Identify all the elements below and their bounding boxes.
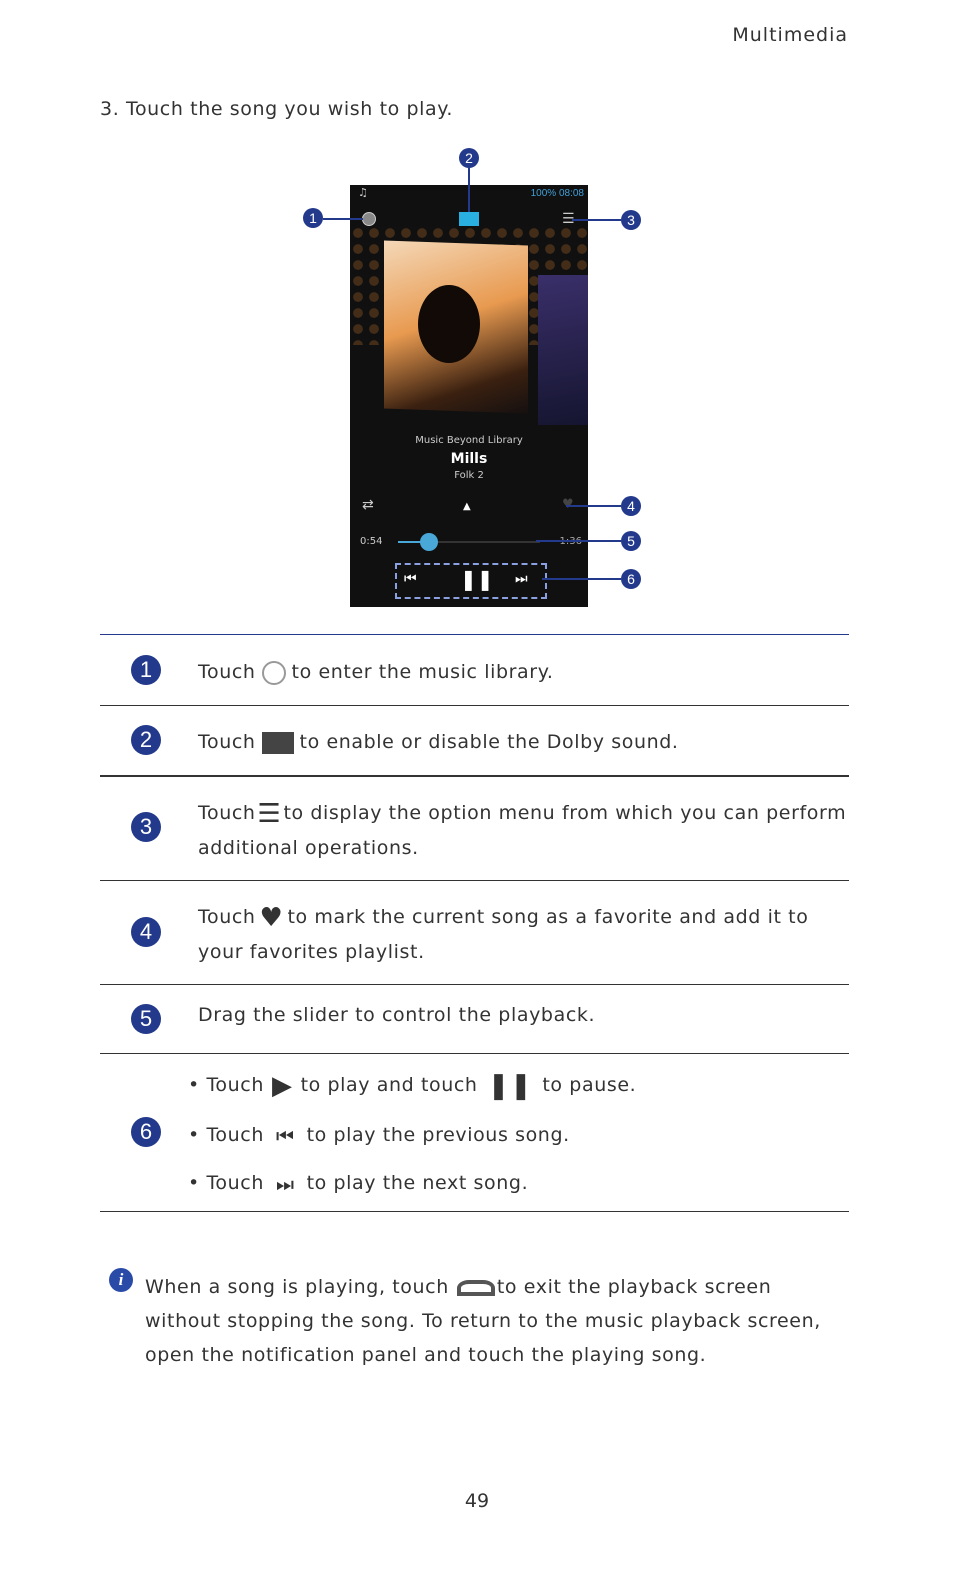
expand-icon[interactable]: ▲: [463, 501, 471, 512]
page-number: 49: [464, 1490, 490, 1512]
row-2-text: Touch to enable or disable the Dolby soun…: [198, 731, 679, 754]
callout-3: 3: [621, 210, 641, 230]
disc-icon[interactable]: [362, 212, 376, 226]
dolby-icon: [261, 731, 294, 754]
info-icon: i: [109, 1268, 133, 1292]
album-art-silhouette: [418, 285, 480, 363]
row-1-text: Touch to enter the music library.: [198, 660, 554, 685]
battery-text: 100%: [530, 188, 557, 199]
bullet-play-pause: • Touch ▶ to play and touch ❚❚ to pause.: [188, 1070, 637, 1101]
next-icon: ⏭: [276, 1171, 295, 1196]
heart-icon: ♥: [259, 902, 284, 933]
row-number: 4: [131, 917, 161, 947]
row-number: 5: [131, 1004, 161, 1034]
dolby-icon[interactable]: [459, 212, 479, 226]
status-time: 08:08: [558, 188, 584, 199]
note-text: When a song is playing, touch to exit the…: [145, 1276, 821, 1366]
section-header: Multimedia: [732, 24, 848, 46]
callout-5: 5: [621, 531, 641, 551]
bullet-next: • Touch ⏭ to play the next song.: [188, 1166, 528, 1201]
shuffle-icon[interactable]: ⇄: [362, 497, 374, 513]
row-5-text: Drag the slider to control the playback.: [198, 1004, 596, 1026]
callout-4: 4: [621, 496, 641, 516]
next-icon[interactable]: ⏭: [515, 571, 528, 587]
menu-icon: ☰: [257, 798, 282, 829]
row-number: 1: [131, 655, 161, 685]
row-3-text: Touch☰ to display the option menu from wh…: [198, 798, 847, 859]
callout-2: 2: [459, 148, 479, 168]
pause-icon: ❚❚: [487, 1070, 533, 1101]
disc-icon: [261, 660, 286, 685]
pause-icon[interactable]: ❚❚: [460, 567, 494, 591]
elapsed-time: 0:54: [360, 536, 383, 547]
previous-icon[interactable]: ⏮: [404, 571, 417, 587]
row-number: 2: [131, 725, 161, 755]
play-icon: ▶: [272, 1070, 293, 1101]
phone-screenshot: ♫ 100% 08:08 ☰ Music Beyond Library Mill…: [350, 185, 588, 607]
step-text: 3. Touch the song you wish to play.: [100, 98, 454, 120]
row-4-text: Touch ♥ to mark the current song as a favo…: [198, 902, 809, 963]
home-icon: [456, 1279, 495, 1296]
artist-name: Folk 2: [454, 470, 484, 481]
row-number: 6: [131, 1117, 161, 1147]
callout-1: 1: [303, 208, 323, 228]
row-number: 3: [131, 812, 161, 842]
callout-6: 6: [621, 569, 641, 589]
previous-icon: ⏮: [276, 1123, 295, 1148]
manual-page: Multimedia 3. Touch the song you wish to…: [0, 0, 954, 1577]
bullet-previous: • Touch ⏮ to play the previous song.: [188, 1118, 570, 1153]
next-album-art: [538, 275, 588, 425]
song-title: Mills: [450, 451, 488, 467]
slider-thumb[interactable]: [420, 533, 439, 551]
music-note-icon: ♫: [358, 186, 368, 199]
album-name: Music Beyond Library: [415, 435, 523, 446]
progress-slider[interactable]: [398, 533, 540, 551]
